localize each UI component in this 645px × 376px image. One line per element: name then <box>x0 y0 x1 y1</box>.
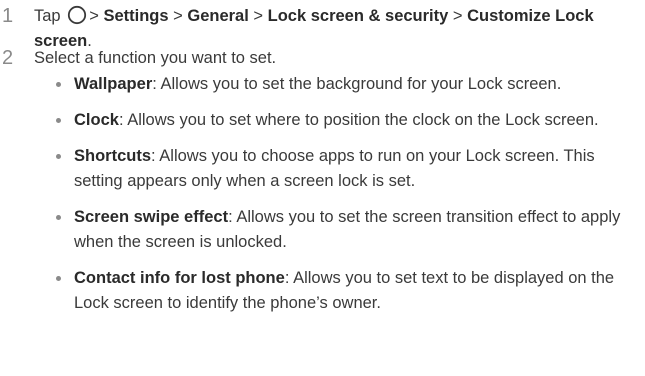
document-page: 1 Tap > Settings > General > Lock screen… <box>0 0 645 376</box>
path-lock-screen-security: Lock screen & security <box>267 7 449 25</box>
path-separator: > <box>173 7 183 25</box>
option-description: : Allows you to choose apps to run on yo… <box>74 147 595 190</box>
list-item-contact-info: Contact info for lost phone: Allows you … <box>56 266 636 316</box>
home-circle-icon <box>68 5 87 25</box>
bullet-icon <box>56 118 61 123</box>
option-title: Screen swipe effect <box>74 208 229 226</box>
path-settings: Settings <box>103 7 169 25</box>
list-item-shortcuts: Shortcuts: Allows you to choose apps to … <box>56 144 636 194</box>
path-general: General <box>187 7 249 25</box>
option-description: : Allows you to set the background for y… <box>152 75 562 93</box>
bullet-icon <box>56 82 61 87</box>
list-item-clock: Clock: Allows you to set where to positi… <box>56 108 636 133</box>
step-2-text: Select a function you want to set. <box>34 49 277 67</box>
bullet-icon <box>56 276 61 281</box>
path-separator: > <box>89 7 99 25</box>
step-number: 2 <box>2 47 14 69</box>
option-title: Wallpaper <box>74 75 153 93</box>
option-title: Contact info for lost phone <box>74 269 285 287</box>
bullet-icon <box>56 154 61 159</box>
option-title: Shortcuts <box>74 147 152 165</box>
step-number: 1 <box>2 5 14 27</box>
option-description: : Allows you to set where to position th… <box>118 111 599 129</box>
options-list: Wallpaper: Allows you to set the backgro… <box>56 72 636 327</box>
list-item-wallpaper: Wallpaper: Allows you to set the backgro… <box>56 72 636 97</box>
bullet-icon <box>56 215 61 220</box>
option-title: Clock <box>74 111 119 129</box>
path-separator: > <box>253 7 264 25</box>
list-item-screen-swipe-effect: Screen swipe effect: Allows you to set t… <box>56 205 636 255</box>
path-separator: > <box>452 7 463 25</box>
tap-word: Tap <box>34 7 61 25</box>
